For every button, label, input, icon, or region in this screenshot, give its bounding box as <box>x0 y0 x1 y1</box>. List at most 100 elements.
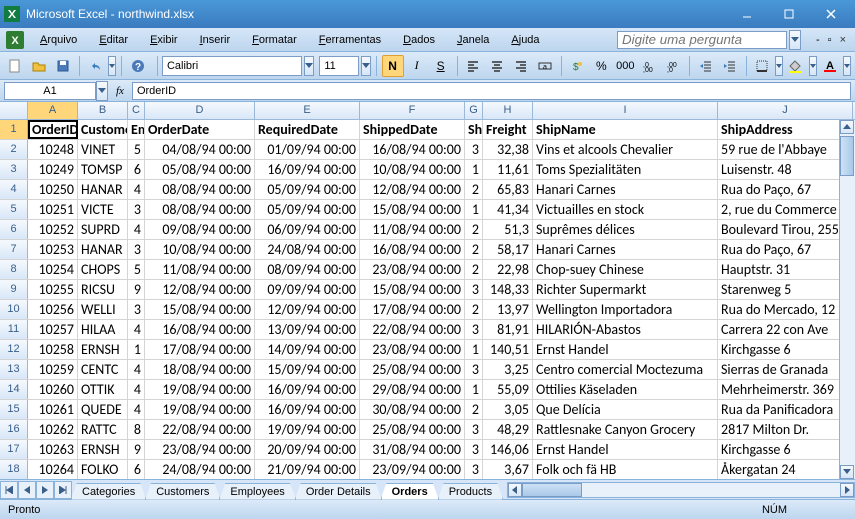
cell[interactable]: Rua do Mercado, 12 <box>718 300 853 319</box>
cell[interactable]: 32,38 <box>483 140 533 159</box>
cell[interactable]: 17/08/94 00:00 <box>360 300 465 319</box>
cell[interactable]: 24/08/94 00:00 <box>145 460 255 479</box>
cell[interactable]: ShippedDate <box>360 120 465 139</box>
row-header[interactable]: 13 <box>0 360 28 379</box>
cell[interactable]: 24/08/94 00:00 <box>255 240 360 259</box>
sheet-tab-products[interactable]: Products <box>438 483 503 500</box>
cell[interactable]: CHOPS <box>78 260 128 279</box>
cell[interactable]: 15/08/94 00:00 <box>360 280 465 299</box>
cell[interactable]: 18/08/94 00:00 <box>145 360 255 379</box>
tab-prev-button[interactable] <box>18 481 36 499</box>
fontsize-dropdown[interactable] <box>361 56 371 76</box>
cell[interactable]: 4 <box>128 180 145 199</box>
cell[interactable]: 2 <box>465 300 483 319</box>
row-header[interactable]: 17 <box>0 440 28 459</box>
cell[interactable]: 148,33 <box>483 280 533 299</box>
borders-button[interactable] <box>751 55 773 77</box>
tab-first-button[interactable] <box>0 481 18 499</box>
row-header[interactable]: 9 <box>0 280 28 299</box>
cell[interactable]: CustomerID <box>78 120 128 139</box>
open-button[interactable] <box>28 55 50 77</box>
scroll-up-button[interactable] <box>840 120 854 134</box>
row-header[interactable]: 11 <box>0 320 28 339</box>
select-all-corner[interactable] <box>0 102 28 119</box>
cell[interactable]: Starenweg 5 <box>718 280 853 299</box>
cell[interactable]: 3,67 <box>483 460 533 479</box>
cell[interactable]: 16/09/94 00:00 <box>255 160 360 179</box>
row-header[interactable]: 7 <box>0 240 28 259</box>
cell[interactable]: Sierras de Granada <box>718 360 853 379</box>
cell[interactable]: 13,97 <box>483 300 533 319</box>
cell[interactable]: ShipAddress <box>718 120 853 139</box>
row-header[interactable]: 3 <box>0 160 28 179</box>
cell[interactable]: 140,51 <box>483 340 533 359</box>
cell[interactable]: 10263 <box>28 440 78 459</box>
cell[interactable]: Que Delícia <box>533 400 718 419</box>
cell[interactable]: 11/08/94 00:00 <box>360 220 465 239</box>
cell[interactable]: Wellington Importadora <box>533 300 718 319</box>
sheet-tab-employees[interactable]: Employees <box>219 483 295 500</box>
maximize-button[interactable] <box>769 3 809 25</box>
fill-dropdown[interactable] <box>809 56 817 76</box>
cell[interactable]: 9 <box>128 440 145 459</box>
cell[interactable]: 15/09/94 00:00 <box>255 360 360 379</box>
cell[interactable]: 10255 <box>28 280 78 299</box>
scroll-left-button[interactable] <box>508 483 522 497</box>
cell[interactable]: 4 <box>128 380 145 399</box>
cell[interactable]: 10262 <box>28 420 78 439</box>
name-box[interactable]: A1 <box>4 82 96 100</box>
cell[interactable]: Toms Spezialitäten <box>533 160 718 179</box>
cell[interactable]: 1 <box>465 380 483 399</box>
cell[interactable]: Ernst Handel <box>533 340 718 359</box>
cell[interactable]: 1 <box>465 200 483 219</box>
row-header[interactable]: 16 <box>0 420 28 439</box>
cell[interactable]: 11,61 <box>483 160 533 179</box>
underline-button[interactable]: S <box>430 55 452 77</box>
fontsize-selector[interactable] <box>319 56 359 76</box>
fx-icon[interactable]: fx <box>116 85 124 97</box>
mdi-close-icon[interactable]: × <box>837 34 849 46</box>
cell[interactable]: 16/08/94 00:00 <box>360 240 465 259</box>
cell[interactable]: Rattlesnake Canyon Grocery <box>533 420 718 439</box>
cell[interactable]: Suprêmes délices <box>533 220 718 239</box>
cell[interactable]: 06/09/94 00:00 <box>255 220 360 239</box>
cell[interactable]: 10251 <box>28 200 78 219</box>
horizontal-scrollbar[interactable] <box>507 482 855 498</box>
sheet-tab-categories[interactable]: Categories <box>71 483 146 500</box>
cell[interactable]: Luisenstr. 48 <box>718 160 853 179</box>
cell[interactable]: 20/09/94 00:00 <box>255 440 360 459</box>
cell[interactable]: 10264 <box>28 460 78 479</box>
cell[interactable]: TOMSP <box>78 160 128 179</box>
cell[interactable]: 1 <box>465 160 483 179</box>
cell[interactable]: RATTC <box>78 420 128 439</box>
cell[interactable]: 146,06 <box>483 440 533 459</box>
cell[interactable]: Åkergatan 24 <box>718 460 853 479</box>
cell[interactable]: 17/08/94 00:00 <box>145 340 255 359</box>
scroll-right-button[interactable] <box>840 483 854 497</box>
increase-indent-button[interactable] <box>719 55 741 77</box>
cell[interactable]: 3 <box>128 240 145 259</box>
cell[interactable]: 29/08/94 00:00 <box>360 380 465 399</box>
cell[interactable]: FOLKO <box>78 460 128 479</box>
fontcolor-dropdown[interactable] <box>843 56 851 76</box>
align-left-button[interactable] <box>462 55 484 77</box>
font-color-button[interactable]: A <box>819 55 841 77</box>
cell[interactable]: HANAR <box>78 180 128 199</box>
cell[interactable]: 2 <box>465 220 483 239</box>
cell[interactable]: 5 <box>128 140 145 159</box>
cell[interactable]: 22/08/94 00:00 <box>145 420 255 439</box>
col-header-F[interactable]: F <box>360 102 465 119</box>
cell[interactable]: Ernst Handel <box>533 440 718 459</box>
askbox-dropdown[interactable] <box>789 30 801 50</box>
cell[interactable]: Ottilies Käseladen <box>533 380 718 399</box>
cell[interactable]: 19/08/94 00:00 <box>145 380 255 399</box>
cell[interactable]: 10/08/94 00:00 <box>145 240 255 259</box>
cell[interactable]: 2 <box>465 240 483 259</box>
hscroll-thumb[interactable] <box>522 483 582 497</box>
cell[interactable]: HILARIÓN-Abastos <box>533 320 718 339</box>
menu-dados[interactable]: Dados <box>397 32 441 48</box>
cell[interactable]: 81,91 <box>483 320 533 339</box>
cell[interactable]: 19/08/94 00:00 <box>145 400 255 419</box>
cell[interactable]: 14/09/94 00:00 <box>255 340 360 359</box>
cell[interactable]: 23/08/94 00:00 <box>145 440 255 459</box>
